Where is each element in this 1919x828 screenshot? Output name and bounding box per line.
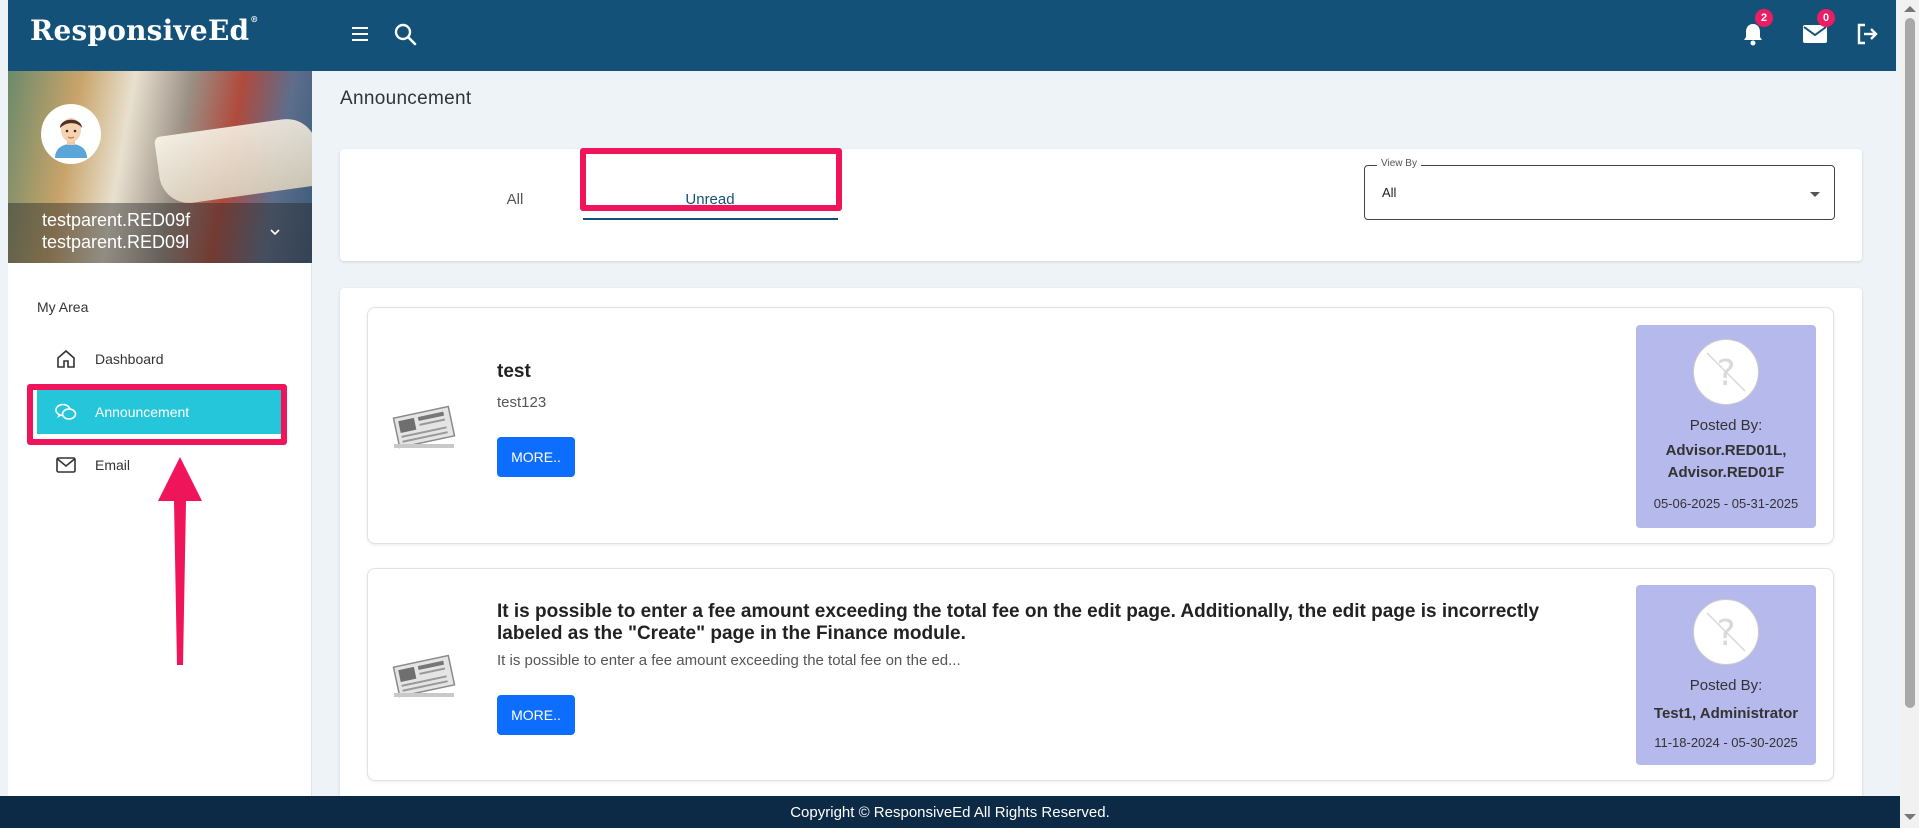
notifications-button[interactable]: 2	[1737, 9, 1773, 50]
announcement-card[interactable]: test test123 MORE.. ? Posted By: Advisor…	[367, 307, 1834, 544]
highlight-box-unread	[580, 148, 842, 211]
notifications-badge: 2	[1755, 9, 1773, 27]
brand-logo[interactable]: ResponsiveEd®	[30, 14, 258, 47]
posted-by-name: Advisor.RED01L, Advisor.RED01F	[1665, 442, 1787, 481]
tab-active-indicator	[583, 218, 838, 220]
profile-name-first: testparent.RED09f	[42, 210, 191, 230]
highlight-box-announcement	[27, 384, 287, 445]
posted-by-panel: ? Posted By: Advisor.RED01L, Advisor.RED…	[1636, 325, 1816, 528]
chevron-down-icon[interactable]	[270, 223, 280, 241]
unknown-user-icon: ?	[1693, 339, 1759, 405]
svg-text:?: ?	[1716, 613, 1735, 654]
home-icon	[55, 348, 77, 370]
view-by-label: View By	[1377, 158, 1421, 169]
caret-down-icon	[1810, 192, 1820, 197]
tabs-card: All Unread View By All	[340, 149, 1862, 261]
footer: Copyright © ResponsiveEd All Rights Rese…	[0, 796, 1900, 828]
scroll-up-icon[interactable]	[1904, 6, 1916, 12]
brand-name: ResponsiveEd	[30, 14, 250, 47]
avatar[interactable]	[41, 104, 101, 164]
sidebar-item-label: Email	[95, 457, 131, 473]
posted-by-panel: ? Posted By: Test1, Administrator 11-18-…	[1636, 585, 1816, 765]
annotation-arrow-icon	[158, 457, 202, 665]
profile-panel: testparent.RED09f testparent.RED09l	[8, 71, 312, 263]
search-icon[interactable]	[389, 18, 421, 50]
registered-mark: ®	[250, 14, 259, 24]
posted-by-label: Posted By:	[1689, 677, 1763, 694]
mail-icon	[55, 454, 77, 476]
page-scrollbar[interactable]	[1900, 0, 1919, 828]
announcement-title: test	[497, 361, 531, 382]
sidebar-item-dashboard[interactable]: Dashboard	[37, 337, 287, 381]
announcement-card[interactable]: It is possible to enter a fee amount exc…	[367, 568, 1834, 781]
more-button[interactable]: MORE..	[497, 695, 575, 735]
announcement-summary: It is possible to enter a fee amount exc…	[497, 652, 961, 669]
posted-by-name: Test1, Administrator	[1653, 705, 1799, 722]
mail-icon	[1803, 25, 1827, 43]
newspaper-icon	[392, 405, 456, 449]
announcement-dates: 11-18-2024 - 05-30-2025	[1654, 735, 1798, 750]
announcement-title: It is possible to enter a fee amount exc…	[497, 601, 1540, 644]
newspaper-icon	[392, 654, 456, 698]
scroll-thumb[interactable]	[1905, 18, 1915, 708]
section-label: My Area	[37, 299, 89, 315]
announcement-dates: 05-06-2025 - 05-31-2025	[1653, 496, 1799, 511]
sidebar-item-label: Dashboard	[95, 351, 164, 367]
messages-badge: 0	[1817, 9, 1835, 27]
view-by-value: All	[1382, 185, 1397, 200]
announcement-list: test test123 MORE.. ? Posted By: Advisor…	[340, 288, 1862, 808]
svg-text:?: ?	[1716, 353, 1735, 394]
announcement-summary: test123	[497, 394, 547, 411]
page-title: Announcement	[340, 88, 472, 109]
scroll-down-icon[interactable]	[1904, 814, 1916, 820]
logout-icon[interactable]	[1851, 18, 1883, 50]
profile-name-last: testparent.RED09l	[42, 232, 190, 252]
menu-icon[interactable]	[345, 18, 377, 50]
top-header: ResponsiveEd® 2 0	[8, 0, 1896, 71]
more-button[interactable]: MORE..	[497, 437, 575, 477]
unknown-user-icon: ?	[1693, 599, 1759, 665]
profile-background	[153, 115, 312, 207]
messages-button[interactable]: 0	[1799, 9, 1835, 50]
view-by-select[interactable]: View By All	[1364, 158, 1835, 220]
posted-by-label: Posted By:	[1689, 417, 1763, 434]
